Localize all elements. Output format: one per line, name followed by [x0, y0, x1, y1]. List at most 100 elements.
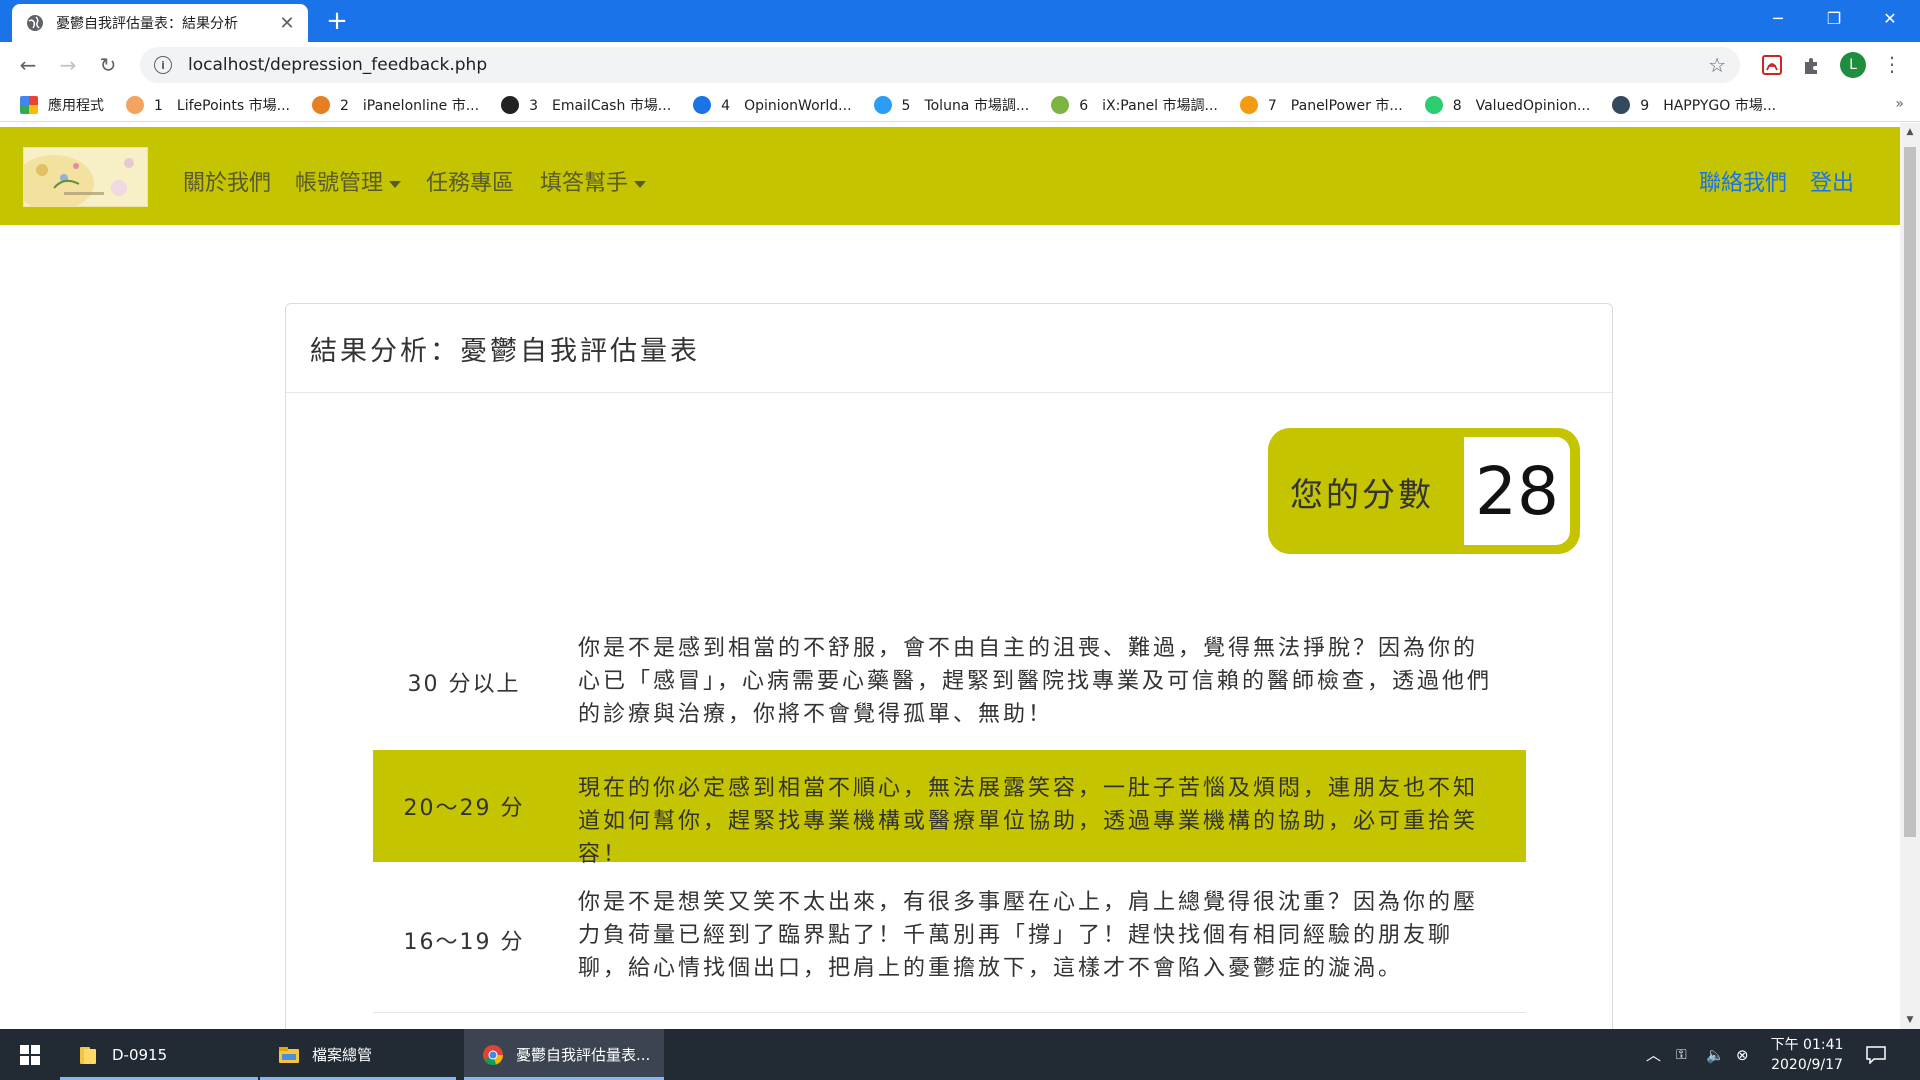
pdf-extension-icon[interactable] [1760, 53, 1784, 77]
score-description: 現在的你必定感到相當不順心，無法展露笑容，一肚子苦惱及煩悶，連朋友也不知道如何幫… [578, 776, 1479, 867]
opinionworld-icon [693, 95, 712, 114]
scrollbar-thumb[interactable] [1904, 147, 1916, 837]
nav-account-dropdown[interactable]: 帳號管理 [295, 165, 402, 197]
page-title: 結果分析：憂鬱自我評估量表 [310, 335, 700, 367]
bookmark-item[interactable]: 9 HAPPYGO 市場... [1612, 95, 1776, 115]
file-explorer-icon [279, 1046, 299, 1063]
windows-logo-icon [20, 1044, 40, 1065]
bookmark-label: 應用程式 [48, 97, 104, 114]
windows-start-button[interactable] [0, 1029, 60, 1080]
scroll-up-arrow-icon[interactable]: ▲ [1900, 123, 1920, 141]
volume-icon[interactable]: 🔈 [1706, 1029, 1725, 1080]
bookmark-item[interactable]: 6 iX:Panel 市場調... [1051, 95, 1218, 115]
ipanel-icon [312, 95, 330, 114]
panelpower-icon [1239, 95, 1258, 114]
nav-logout-link[interactable]: 登出 [1810, 165, 1854, 197]
score-label: 您的分數 [1290, 475, 1434, 514]
lifepoints-icon [126, 95, 144, 114]
clock-time: 下午 01:41 [1770, 1037, 1844, 1053]
site-logo[interactable] [23, 147, 148, 207]
taskbar-item-label: D-0915 [112, 1045, 168, 1064]
bookmarks-overflow-icon[interactable]: » [1895, 96, 1904, 112]
bookmark-item[interactable]: 2 iPanelonline 市... [312, 95, 479, 115]
tab-title: 憂鬱自我評估量表：結果分析 [56, 16, 238, 32]
chevron-down-icon [389, 180, 402, 188]
address-bar[interactable]: i localhost/depression_feedback.php ☆ [140, 47, 1740, 83]
apps-grid-icon [20, 95, 38, 114]
taskbar-clock[interactable]: 下午 01:41 2020/9/17 [1752, 1035, 1862, 1075]
close-window-icon[interactable]: ✕ [1862, 0, 1918, 36]
taskbar-item-label: 檔案總管 [312, 1046, 373, 1064]
score-value-box: 28 [1464, 437, 1570, 545]
emailcash-icon [501, 95, 520, 114]
status-x-icon[interactable]: ⊗ [1736, 1029, 1749, 1080]
browser-menu-icon[interactable]: ⋮ [1882, 52, 1902, 76]
bookmark-label: 7 PanelPower 市... [1267, 97, 1403, 114]
restore-icon[interactable]: ❐ [1806, 0, 1862, 36]
score-description: 你是不是想笑又笑不太出來，有很多事壓在心上，肩上總覺得很沈重？因為你的壓力負荷量… [578, 890, 1479, 981]
taskbar-item-folder[interactable]: D-0915 [60, 1029, 258, 1080]
bookmark-item[interactable]: 1 LifePoints 市場... [126, 95, 290, 115]
bookmarks-bar: 應用程式 1 LifePoints 市場... 2 iPanelonline 市..… [0, 88, 1920, 122]
url-text: localhost/depression_feedback.php [188, 55, 488, 75]
row-divider [373, 1012, 1526, 1013]
bookmark-label: 9 HAPPYGO 市場... [1640, 97, 1777, 114]
nav-helper-dropdown[interactable]: 填答幫手 [540, 165, 647, 197]
minimize-icon[interactable]: ─ [1750, 0, 1806, 36]
windows-taskbar: D-0915 檔案總管 憂鬱自我評估量表... ︿ ⚿ 🔈 ⊗ 下午 01:41… [0, 1029, 1920, 1080]
browser-tab[interactable]: 憂鬱自我評估量表：結果分析 ✕ [12, 4, 308, 42]
bookmark-label: 5 Toluna 市場調... [901, 97, 1030, 114]
bookmark-item[interactable]: 應用程式 [20, 95, 104, 115]
score-range-row-highlighted: 20～29 分 現在的你必定感到相當不順心，無法展露笑容，一肚子苦惱及煩悶，連朋… [373, 750, 1526, 867]
score-range: 16～19 分 [403, 930, 525, 955]
back-icon[interactable]: ← [14, 51, 42, 79]
bookmark-item[interactable]: 7 PanelPower 市... [1239, 95, 1403, 115]
bookmark-item[interactable]: 3 EmailCash 市場... [501, 95, 671, 115]
valuedopinion-icon [1424, 95, 1443, 114]
site-navbar: 關於我們 帳號管理 任務專區 填答幫手 聯絡我們 登出 [0, 127, 1900, 225]
page-viewport: 關於我們 帳號管理 任務專區 填答幫手 聯絡我們 登出 結果分析：憂鬱自我評估量… [0, 123, 1900, 1029]
bookmark-label: 8 ValuedOpinion... [1452, 97, 1591, 114]
score-range-row: 30 分以上 你是不是感到相當的不舒服，會不由自主的沮喪、難過，覺得無法掙脫？因… [373, 626, 1526, 736]
score-panel: 您的分數 28 [1268, 428, 1580, 554]
chevron-down-icon [634, 180, 647, 188]
score-range: 20～29 分 [403, 796, 525, 821]
result-card: 結果分析：憂鬱自我評估量表 您的分數 28 30 分以上 你是不是感到相當的不舒… [285, 303, 1613, 1029]
bookmark-label: 6 iX:Panel 市場調... [1079, 97, 1218, 114]
bookmark-label: 3 EmailCash 市場... [529, 97, 672, 114]
bookmark-item[interactable]: 8 ValuedOpinion... [1424, 95, 1591, 115]
forward-icon[interactable]: → [54, 51, 82, 79]
new-tab-icon[interactable]: + [322, 7, 352, 35]
bookmark-star-icon[interactable]: ☆ [1708, 53, 1726, 77]
reload-icon[interactable]: ↻ [94, 51, 122, 79]
site-info-icon[interactable]: i [154, 56, 172, 74]
extensions-puzzle-icon[interactable] [1800, 53, 1824, 77]
score-value: 28 [1475, 452, 1559, 530]
browser-tab-strip: 憂鬱自我評估量表：結果分析 ✕ + ─ ❐ ✕ [0, 0, 1920, 42]
toluna-icon [873, 95, 892, 114]
globe-icon [27, 15, 43, 31]
folder-icon [80, 1046, 96, 1064]
bookmark-item[interactable]: 4 OpinionWorld... [693, 95, 852, 115]
nav-tasks-link[interactable]: 任務專區 [426, 165, 514, 197]
network-icon[interactable]: ⚿ [1676, 1029, 1687, 1080]
nav-contact-link[interactable]: 聯絡我們 [1699, 165, 1787, 197]
tray-chevron-up-icon[interactable]: ︿ [1646, 1029, 1661, 1080]
clock-date: 2020/9/17 [1771, 1057, 1843, 1073]
scroll-down-arrow-icon[interactable]: ▼ [1900, 1011, 1920, 1029]
tab-close-icon[interactable]: ✕ [276, 13, 298, 34]
page-scrollbar[interactable]: ▲ ▼ [1900, 123, 1920, 1029]
bookmark-item[interactable]: 5 Toluna 市場調... [873, 95, 1030, 115]
ixpanel-icon [1051, 95, 1070, 114]
bookmark-label: 2 iPanelonline 市... [340, 97, 480, 114]
happygo-icon [1612, 95, 1631, 114]
nav-about-link[interactable]: 關於我們 [183, 165, 271, 197]
card-header: 結果分析：憂鬱自我評估量表 [286, 304, 1612, 393]
profile-avatar[interactable]: L [1840, 52, 1866, 78]
score-description: 你是不是感到相當的不舒服，會不由自主的沮喪、難過，覺得無法掙脫？因為你的心已「感… [578, 636, 1493, 727]
taskbar-item-chrome[interactable]: 憂鬱自我評估量表... [464, 1029, 664, 1080]
taskbar-item-file-explorer[interactable]: 檔案總管 [260, 1029, 456, 1080]
score-range: 30 分以上 [407, 672, 521, 697]
notification-center-icon[interactable] [1866, 1029, 1886, 1080]
nav-helper-label: 填答幫手 [540, 171, 629, 196]
